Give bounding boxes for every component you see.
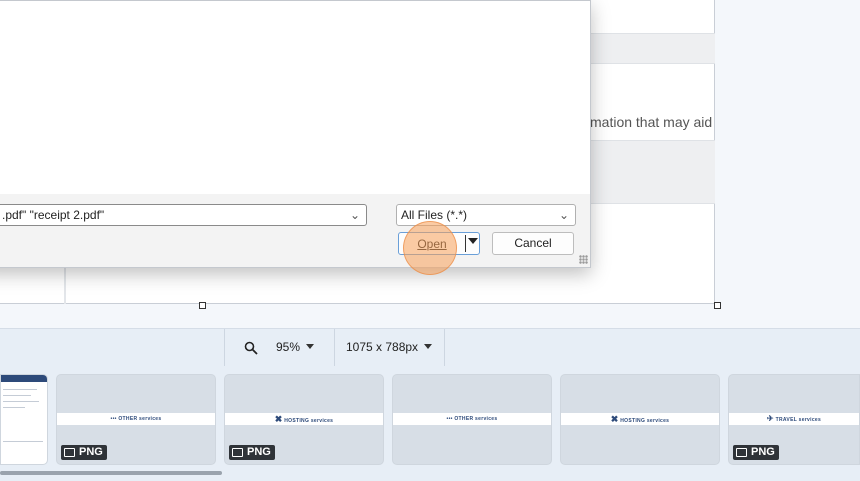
- canvas-background: [716, 0, 860, 328]
- open-button-label: Open: [417, 237, 447, 251]
- format-label: PNG: [247, 446, 271, 458]
- thumbnail-logo: ✖ HOSTING services: [274, 414, 334, 424]
- zoom-toolbar: 95% 1075 x 788px: [0, 328, 860, 367]
- caret-down-icon: [424, 344, 433, 349]
- image-icon: [64, 448, 75, 457]
- thumbnail-logo: ✈ TRAVEL services: [766, 414, 822, 423]
- thumbnail-item[interactable]: ✈ TRAVEL services PNG: [728, 374, 860, 465]
- thumbnail-logo-text: OTHER services: [118, 416, 162, 422]
- thumbnail-item[interactable]: ✖ HOSTING services PNG: [224, 374, 384, 465]
- split-divider: [465, 235, 466, 252]
- dialog-footer: .pdf" "receipt 2.pdf" ⌄ All Files (*.*) …: [0, 194, 590, 267]
- filename-value: .pdf" "receipt 2.pdf": [2, 208, 105, 222]
- format-badge: PNG: [229, 445, 275, 460]
- thumbnail-logo: ••• OTHER services: [110, 416, 162, 422]
- magnifier-icon[interactable]: [244, 341, 258, 355]
- thumbnail-logo-text: HOSTING services: [284, 418, 334, 424]
- thumbnail-logo: ✖ HOSTING services: [610, 414, 670, 424]
- toolbar-divider: [334, 329, 335, 367]
- thumbnail-line: [3, 441, 43, 442]
- thumbnail-logo-text: OTHER services: [454, 416, 498, 422]
- filetype-select[interactable]: All Files (*.*) ⌄: [396, 204, 576, 226]
- toolbar-divider: [224, 329, 225, 367]
- thumbnail-line: [3, 395, 31, 396]
- thumbnail-logo: ••• OTHER services: [446, 416, 498, 422]
- chevron-down-icon[interactable]: ⌄: [559, 208, 569, 222]
- toolbar-divider: [444, 329, 445, 367]
- zoom-value: 95%: [276, 340, 301, 354]
- thumbnail-logo-text: TRAVEL services: [775, 417, 822, 423]
- thumbnail-logo-text: HOSTING services: [620, 418, 670, 424]
- filename-input[interactable]: .pdf" "receipt 2.pdf" ⌄: [0, 204, 367, 226]
- filetype-value: All Files (*.*): [401, 208, 468, 222]
- dropdown-arrow-icon[interactable]: [468, 238, 478, 244]
- thumbnail-item[interactable]: ••• OTHER services: [392, 374, 552, 465]
- caret-down-icon: [306, 344, 315, 349]
- format-badge: PNG: [733, 445, 779, 460]
- thumbnail-strip: ••• OTHER services PNG ✖ HOSTING service…: [0, 366, 860, 481]
- format-label: PNG: [79, 446, 103, 458]
- resize-handle[interactable]: [714, 302, 721, 309]
- format-badge: PNG: [61, 445, 107, 460]
- resize-grip-icon[interactable]: [579, 255, 588, 264]
- file-list[interactable]: [0, 1, 590, 194]
- thumbnail-header: [1, 375, 47, 382]
- horizontal-scrollbar[interactable]: [0, 471, 222, 475]
- zoom-dropdown[interactable]: 95%: [276, 340, 315, 354]
- image-icon: [232, 448, 243, 457]
- thumbnail-line: [3, 407, 25, 408]
- size-value: 1075 x 788px: [346, 340, 419, 354]
- chevron-down-icon[interactable]: ⌄: [350, 208, 360, 222]
- open-button[interactable]: Open: [398, 232, 480, 255]
- thumbnail-line: [3, 389, 37, 390]
- thumbnail-item[interactable]: [0, 374, 48, 465]
- resize-handle[interactable]: [199, 302, 206, 309]
- size-dropdown[interactable]: 1075 x 788px: [346, 340, 433, 354]
- thumbnail-line: [3, 401, 39, 402]
- file-open-dialog: .pdf" "receipt 2.pdf" ⌄ All Files (*.*) …: [0, 0, 591, 268]
- document-text: mation that may aid i: [590, 114, 720, 130]
- thumbnail-item[interactable]: ✖ HOSTING services: [560, 374, 720, 465]
- format-label: PNG: [751, 446, 775, 458]
- thumbnail-item[interactable]: ••• OTHER services PNG: [56, 374, 216, 465]
- cancel-button[interactable]: Cancel: [492, 232, 574, 255]
- image-icon: [736, 448, 747, 457]
